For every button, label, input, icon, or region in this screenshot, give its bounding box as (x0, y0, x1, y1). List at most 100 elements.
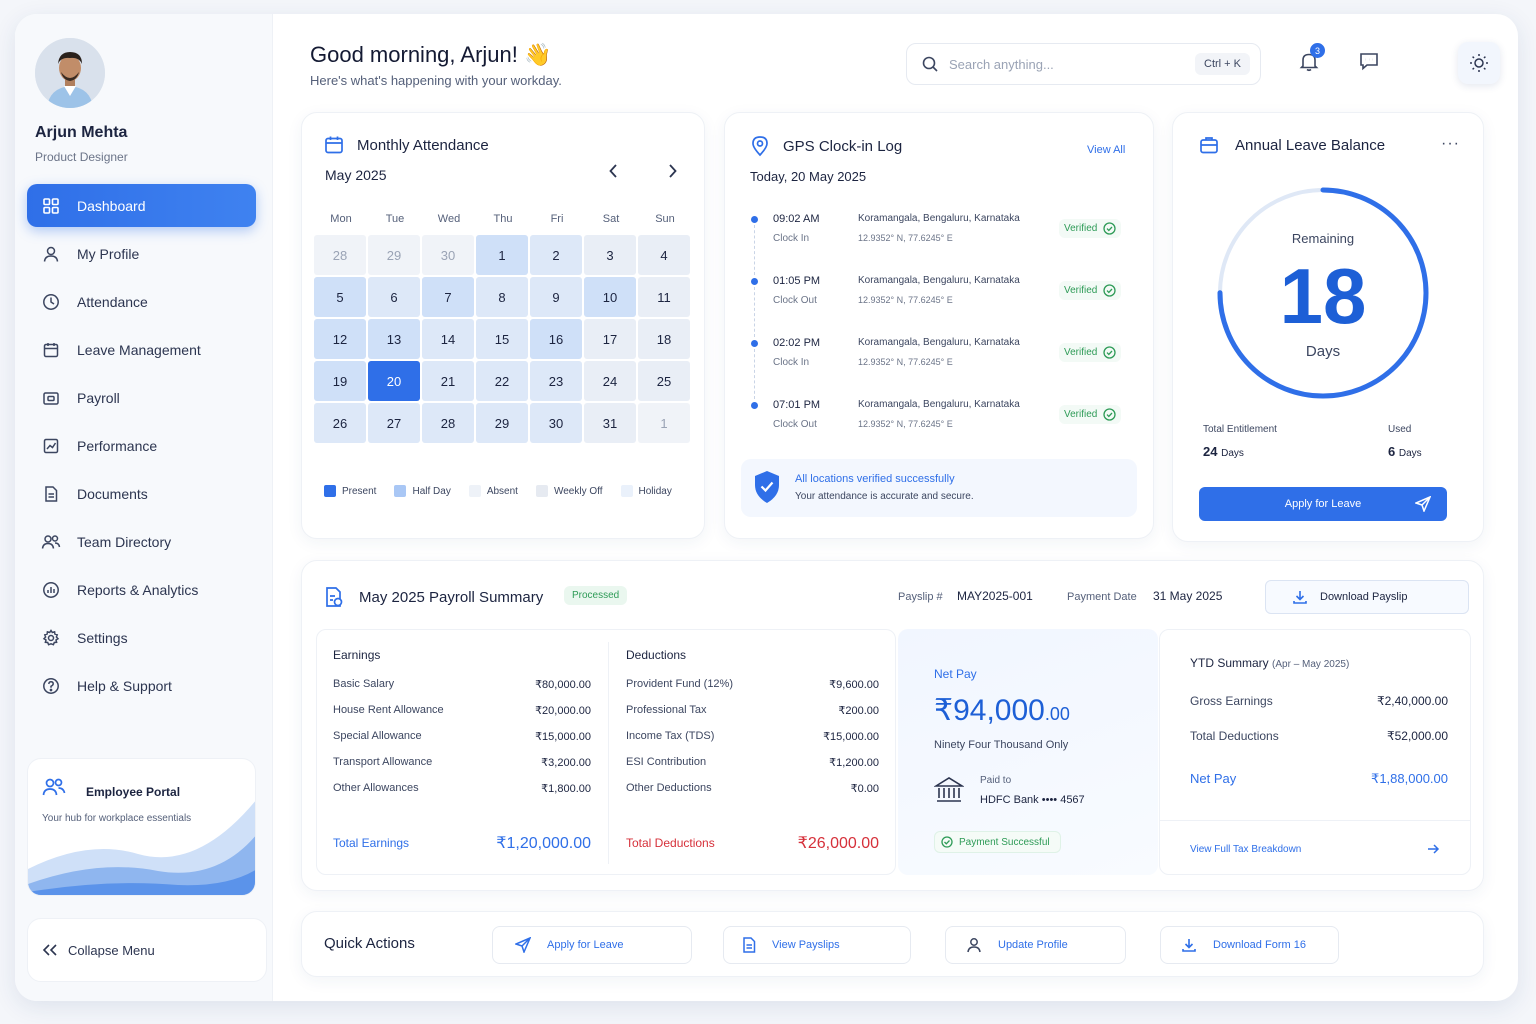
notification-button[interactable]: 3 (1289, 41, 1329, 81)
entry-coordinates: 12.9352° N, 77.6245° E (858, 233, 953, 243)
net-pay-panel: Net Pay ₹94,000.00 Ninety Four Thousand … (898, 629, 1158, 875)
more-icon[interactable]: ··· (1441, 135, 1460, 153)
download-payslip-button[interactable]: Download Payslip (1265, 580, 1469, 614)
calendar-day[interactable]: 21 (422, 361, 474, 401)
calendar-day[interactable]: 3 (584, 235, 636, 275)
calendar-day[interactable]: 12 (314, 319, 366, 359)
quick-update-profile-button[interactable]: Update Profile (945, 926, 1126, 964)
calendar-day[interactable]: 30 (422, 235, 474, 275)
sidebar-item-label: My Profile (77, 245, 140, 262)
chevron-left-icon[interactable] (606, 163, 622, 184)
calendar-day[interactable]: 16 (530, 319, 582, 359)
weekday-label: Mon (330, 213, 352, 225)
collapse-menu-button[interactable]: Collapse Menu (27, 918, 267, 982)
calendar-day[interactable]: 26 (314, 403, 366, 443)
messages-button[interactable] (1349, 41, 1389, 81)
view-all-link[interactable]: View All (1087, 144, 1125, 156)
sidebar-item-reports-analytics[interactable]: Reports & Analytics (27, 568, 256, 611)
gps-entry[interactable]: 07:01 PM Clock Out Koramangala, Bengaluru,… (751, 399, 1131, 461)
gps-entry[interactable]: 01:05 PM Clock Out Koramangala, Bengaluru,… (751, 275, 1131, 337)
avatar[interactable] (35, 38, 105, 108)
line-item-value: ₹80,000.00 (535, 679, 591, 691)
calendar-day[interactable]: 27 (368, 403, 420, 443)
calendar-day[interactable]: 6 (368, 277, 420, 317)
sidebar-item-payroll[interactable]: Payroll (27, 376, 256, 419)
timeline-dot (751, 216, 758, 223)
quick-download-form16-button[interactable]: Download Form 16 (1160, 926, 1339, 964)
user-name: Arjun Mehta (35, 124, 128, 141)
calendar-day[interactable]: 17 (584, 319, 636, 359)
legend-swatch (620, 485, 633, 497)
status-badge: Processed (564, 586, 628, 605)
sidebar-item-dashboard[interactable]: Dashboard (27, 184, 256, 227)
verification-banner: All locations verified successfully Your… (741, 459, 1137, 517)
verified-badge: Verified (1059, 343, 1122, 362)
total-earnings-value: ₹1,20,000.00 (496, 835, 591, 852)
calendar-day[interactable]: 1 (638, 403, 690, 443)
quick-view-payslips-button[interactable]: View Payslips (723, 926, 911, 964)
attendance-title: Monthly Attendance (357, 137, 489, 154)
check-circle-icon (1103, 346, 1117, 359)
apply-leave-button[interactable]: Apply for Leave (1199, 487, 1447, 521)
chevrons-left-icon (42, 943, 58, 957)
calendar-day[interactable]: 24 (584, 361, 636, 401)
calendar-day[interactable]: 15 (476, 319, 528, 359)
greeting-subtitle: Here's what's happening with your workda… (310, 73, 562, 88)
entry-time: 02:02 PM (773, 337, 821, 349)
calendar-day[interactable]: 29 (368, 235, 420, 275)
line-item-label: Income Tax (TDS) (626, 730, 715, 742)
calendar-day[interactable]: 10 (584, 277, 636, 317)
calendar-day[interactable]: 7 (422, 277, 474, 317)
payment-date: 31 May 2025 (1153, 589, 1223, 603)
weekday-label: Sat (602, 213, 620, 225)
line-item-value: ₹15,000.00 (823, 731, 879, 743)
calendar-day[interactable]: 22 (476, 361, 528, 401)
shortcut-hint: Ctrl + K (1195, 53, 1250, 75)
arrow-right-icon[interactable] (1426, 842, 1440, 861)
employee-portal-card[interactable]: Employee Portal Your hub for workplace e… (27, 758, 256, 896)
calendar-day[interactable]: 1 (476, 235, 528, 275)
chevron-right-icon[interactable] (664, 163, 680, 184)
document-icon (41, 484, 61, 504)
calendar-day[interactable]: 28 (314, 235, 366, 275)
calendar-day[interactable]: 31 (584, 403, 636, 443)
sidebar-item-team-directory[interactable]: Team Directory (27, 520, 256, 563)
calendar-day[interactable]: 2 (530, 235, 582, 275)
calendar-day[interactable]: 23 (530, 361, 582, 401)
calendar-day[interactable]: 4 (638, 235, 690, 275)
ytd-gross-label: Gross Earnings (1190, 694, 1273, 708)
calendar-day[interactable]: 25 (638, 361, 690, 401)
sidebar-item-documents[interactable]: Documents (27, 472, 256, 515)
calendar-day[interactable]: 29 (476, 403, 528, 443)
entry-type: Clock In (773, 233, 810, 244)
sidebar-item-my-profile[interactable]: My Profile (27, 232, 256, 275)
sidebar-item-settings[interactable]: Settings (27, 616, 256, 659)
line-item-value: ₹1,200.00 (829, 757, 879, 769)
tax-breakdown-link[interactable]: View Full Tax Breakdown (1190, 844, 1301, 855)
calendar-day[interactable]: 5 (314, 277, 366, 317)
deductions-title: Deductions (626, 648, 687, 662)
calendar-day[interactable]: 20 (368, 361, 420, 401)
calendar-day[interactable]: 9 (530, 277, 582, 317)
earnings-deductions-panel: Earnings Basic Salary ₹80,000.00 House Ren… (316, 629, 896, 875)
calendar-day[interactable]: 14 (422, 319, 474, 359)
calendar-day[interactable]: 18 (638, 319, 690, 359)
calendar-day[interactable]: 11 (638, 277, 690, 317)
quick-apply-leave-button[interactable]: Apply for Leave (492, 926, 692, 964)
calendar-day[interactable]: 8 (476, 277, 528, 317)
gps-entry[interactable]: 02:02 PM Clock In Koramangala, Bengaluru, … (751, 337, 1131, 399)
sidebar-item-leave-management[interactable]: Leave Management (27, 328, 256, 371)
gps-entry[interactable]: 09:02 AM Clock In Koramangala, Bengaluru, … (751, 213, 1131, 275)
sidebar-item-attendance[interactable]: Attendance (27, 280, 256, 323)
theme-toggle-button[interactable] (1458, 42, 1500, 84)
calendar-day[interactable]: 28 (422, 403, 474, 443)
calendar-day[interactable]: 13 (368, 319, 420, 359)
calendar-day[interactable]: 19 (314, 361, 366, 401)
calendar-icon (41, 340, 61, 360)
total-entitlement-number: 24 (1203, 444, 1218, 459)
sidebar-item-help-support[interactable]: Help & Support (27, 664, 256, 707)
search-input[interactable]: Search anything... Ctrl + K (906, 43, 1261, 85)
sidebar-item-performance[interactable]: Performance (27, 424, 256, 467)
quick-action-label: Update Profile (998, 939, 1068, 951)
calendar-day[interactable]: 30 (530, 403, 582, 443)
